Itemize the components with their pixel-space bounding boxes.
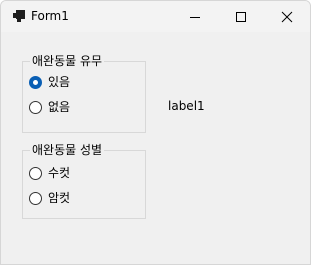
- app-icon[interactable]: [13, 10, 25, 22]
- close-icon: [281, 11, 293, 22]
- radio-yes-label[interactable]: 있음: [48, 74, 70, 90]
- form1-window: Form1 애완동물 유무 있음 없음 label1 애완동물 성별 수컷 암컷: [0, 0, 311, 265]
- radio-male-indicator[interactable]: [29, 166, 42, 180]
- form-client-area: 애완동물 유무 있음 없음 label1 애완동물 성별 수컷 암컷: [1, 32, 310, 264]
- radio-no-label[interactable]: 없음: [48, 99, 70, 115]
- pet-gender-groupbox: 애완동물 성별 수컷 암컷: [22, 143, 146, 219]
- radio-yes[interactable]: 있음: [29, 74, 70, 90]
- title-bar[interactable]: Form1: [1, 1, 310, 32]
- radio-female-indicator[interactable]: [29, 191, 42, 205]
- pet-presence-groupbox: 애완동물 유무 있음 없음: [22, 54, 146, 133]
- maximize-icon: [236, 11, 246, 22]
- radio-male-label[interactable]: 수컷: [48, 165, 70, 181]
- minimize-button[interactable]: [172, 1, 218, 32]
- label1: label1: [168, 99, 205, 113]
- radio-male[interactable]: 수컷: [29, 165, 70, 181]
- radio-yes-indicator[interactable]: [29, 75, 42, 89]
- radio-female[interactable]: 암컷: [29, 190, 70, 206]
- pet-presence-group-title: 애완동물 유무: [30, 54, 105, 68]
- pet-gender-group-title: 애완동물 성별: [30, 143, 105, 157]
- minimize-icon: [190, 16, 200, 18]
- radio-female-label[interactable]: 암컷: [48, 190, 70, 206]
- maximize-button[interactable]: [218, 1, 264, 32]
- window-title: Form1: [31, 9, 69, 23]
- close-button[interactable]: [264, 1, 310, 32]
- radio-no[interactable]: 없음: [29, 99, 70, 115]
- radio-no-indicator[interactable]: [29, 100, 42, 114]
